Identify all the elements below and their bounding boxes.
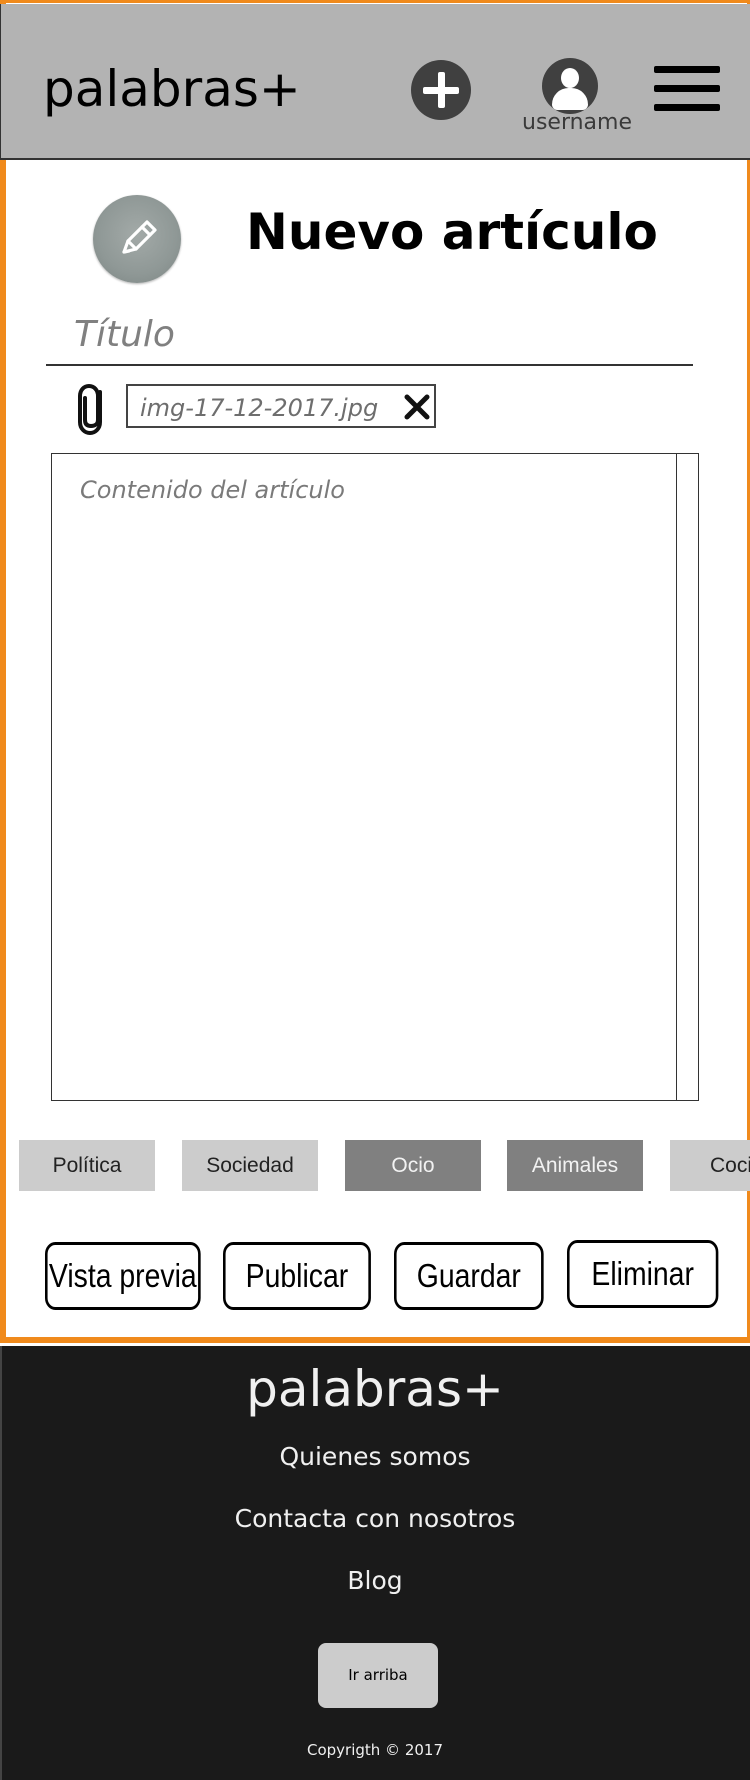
footer-link-blog[interactable]: Blog [0, 1566, 750, 1595]
menu-line [654, 66, 720, 73]
content-scrollbar[interactable] [676, 454, 698, 1100]
delete-button[interactable]: Eliminar [567, 1240, 719, 1308]
article-content-textarea[interactable]: Contenido del artículo [51, 453, 699, 1101]
avatar-head [561, 68, 579, 88]
hamburger-menu-icon[interactable] [654, 66, 720, 112]
category-ocio[interactable]: Ocio [345, 1140, 481, 1191]
save-button[interactable]: Guardar [394, 1242, 544, 1310]
footer-logo[interactable]: palabras+ [0, 1360, 750, 1418]
category-sociedad[interactable]: Sociedad [182, 1140, 318, 1191]
page-title: Nuevo artículo [246, 203, 658, 261]
attachment-filename: img-17-12-2017.jpg [140, 394, 379, 422]
avatar-body [552, 88, 588, 110]
scroll-to-top-button[interactable]: Ir arriba [318, 1643, 438, 1708]
paperclip-icon[interactable] [74, 382, 114, 442]
footer-link-contact[interactable]: Contacta con nosotros [0, 1504, 750, 1533]
top-header: palabras+ [0, 4, 750, 160]
attachment-chip: img-17-12-2017.jpg [126, 384, 436, 428]
user-avatar-icon[interactable] [542, 58, 598, 114]
article-title-input[interactable] [46, 304, 693, 366]
copyright-text: Copyrigth © 2017 [306, 1741, 443, 1759]
close-icon[interactable] [404, 394, 430, 424]
category-animales[interactable]: Animales [507, 1140, 643, 1191]
site-logo[interactable]: palabras+ [43, 60, 301, 118]
pencil-icon [93, 195, 181, 283]
menu-line [654, 104, 720, 111]
category-politica[interactable]: Política [19, 1140, 155, 1191]
publish-button[interactable]: Publicar [223, 1242, 371, 1310]
footer-link-about[interactable]: Quienes somos [0, 1442, 750, 1471]
preview-button[interactable]: Vista previa [45, 1242, 201, 1310]
content-placeholder: Contenido del artículo [80, 476, 345, 504]
menu-line [654, 85, 720, 92]
new-article-plus-icon[interactable] [411, 60, 471, 120]
category-cocina[interactable]: Cocina [670, 1140, 750, 1191]
username-label[interactable]: username [522, 110, 632, 135]
